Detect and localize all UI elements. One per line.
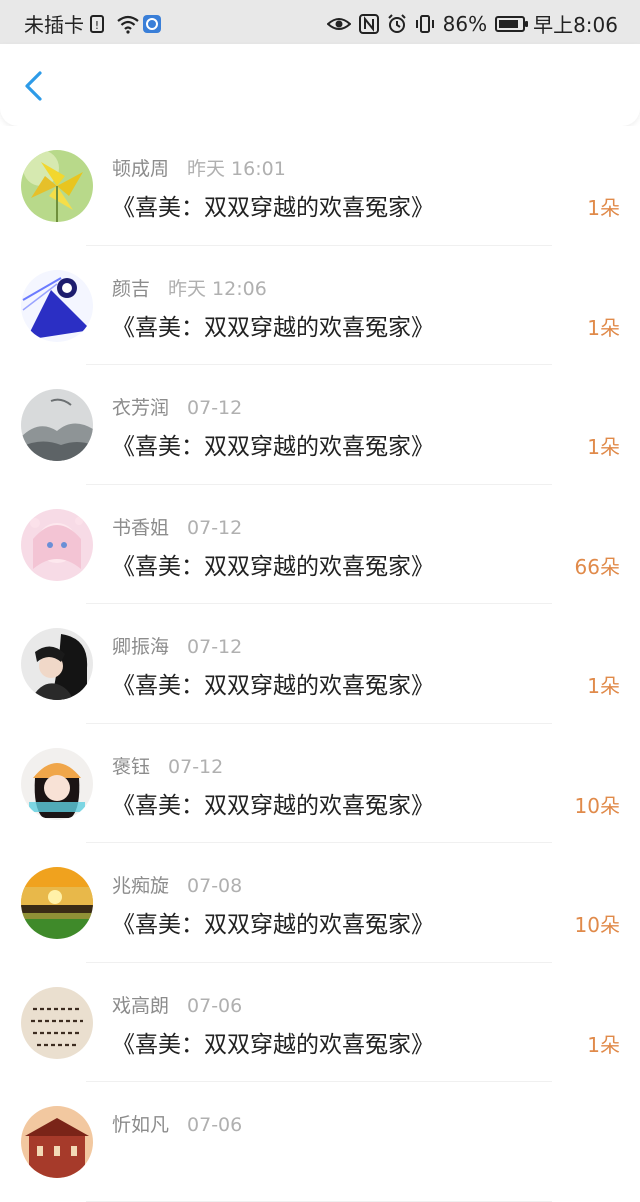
battery-percent: 86% bbox=[442, 11, 488, 36]
status-bar: 未插卡 ! 86% 早上8:06 bbox=[0, 0, 640, 44]
item-meta: 顿成周 昨天 16:01 bbox=[112, 154, 286, 181]
back-button[interactable] bbox=[16, 68, 52, 104]
item-meta: 衣芳润 07-12 bbox=[112, 393, 242, 420]
item-meta: 忻如凡 07-06 bbox=[112, 1110, 242, 1137]
list-item[interactable]: 卿振海 07-12 《喜美：双双穿越的欢喜冤家》 1朵 bbox=[0, 604, 640, 724]
app-icon bbox=[142, 14, 162, 34]
vibrate-icon bbox=[415, 14, 435, 34]
sim-icon: ! bbox=[90, 14, 110, 34]
item-meta: 戏高朗 07-06 bbox=[112, 991, 242, 1018]
flower-count: 1朵 bbox=[587, 674, 620, 698]
user-name[interactable]: 褒钰 bbox=[112, 756, 150, 778]
status-right: 86% 早上8:06 bbox=[326, 9, 618, 38]
book-title[interactable]: 《喜美：双双穿越的欢喜冤家》 bbox=[112, 547, 434, 581]
user-name[interactable]: 戏高朗 bbox=[112, 995, 169, 1017]
list-item[interactable]: 戏高朗 07-06 《喜美：双双穿越的欢喜冤家》 1朵 bbox=[0, 963, 640, 1082]
timestamp: 07-12 bbox=[168, 755, 224, 778]
book-title[interactable]: 《喜美：双双穿越的欢喜冤家》 bbox=[112, 666, 434, 700]
battery-fill bbox=[499, 19, 519, 28]
eye-icon bbox=[326, 14, 352, 34]
alarm-icon bbox=[387, 13, 407, 34]
divider bbox=[86, 1200, 552, 1202]
book-title[interactable]: 《喜美：双双穿越的欢喜冤家》 bbox=[112, 786, 434, 820]
gift-record-list: 顿成周 昨天 16:01 《喜美：双双穿越的欢喜冤家》 1朵 颜吉 昨天 12:06 《喜美… bbox=[0, 126, 640, 1202]
list-item[interactable]: 衣芳润 07-12 《喜美：双双穿越的欢喜冤家》 1朵 bbox=[0, 365, 640, 485]
avatar[interactable] bbox=[21, 269, 93, 342]
avatar[interactable] bbox=[21, 508, 93, 581]
flower-count: 1朵 bbox=[587, 435, 620, 459]
flower-count: 10朵 bbox=[574, 793, 620, 818]
list-item[interactable]: 书香姐 07-12 《喜美：双双穿越的欢喜冤家》 66朵 bbox=[0, 485, 640, 604]
avatar[interactable] bbox=[21, 628, 93, 700]
list-item[interactable]: 顿成周 昨天 16:01 《喜美：双双穿越的欢喜冤家》 1朵 bbox=[0, 126, 640, 246]
timestamp: 07-06 bbox=[187, 994, 243, 1017]
user-name[interactable]: 忻如凡 bbox=[112, 1114, 169, 1136]
item-meta: 书香姐 07-12 bbox=[112, 513, 242, 540]
user-name[interactable]: 衣芳润 bbox=[112, 397, 169, 419]
list-item[interactable]: 褒钰 07-12 《喜美：双双穿越的欢喜冤家》 10朵 bbox=[0, 724, 640, 843]
timestamp: 07-12 bbox=[187, 516, 243, 539]
status-left: 未插卡 ! bbox=[24, 9, 162, 38]
flower-count: 1朵 bbox=[587, 315, 620, 340]
chevron-left-icon bbox=[25, 71, 42, 101]
avatar[interactable] bbox=[21, 150, 93, 222]
nav-bar bbox=[0, 44, 640, 126]
list-item[interactable]: 忻如凡 07-06 bbox=[0, 1082, 640, 1202]
flower-count: 1朵 bbox=[587, 196, 620, 220]
avatar[interactable] bbox=[21, 747, 93, 820]
user-name[interactable]: 卿振海 bbox=[112, 636, 169, 658]
item-meta: 兆痴旋 07-08 bbox=[112, 871, 242, 898]
timestamp: 昨天 12:06 bbox=[168, 277, 267, 300]
list-item[interactable]: 兆痴旋 07-08 《喜美：双双穿越的欢喜冤家》 10朵 bbox=[0, 843, 640, 963]
user-name[interactable]: 兆痴旋 bbox=[112, 875, 169, 897]
timestamp: 昨天 16:01 bbox=[187, 158, 286, 180]
avatar[interactable] bbox=[21, 986, 93, 1059]
list-item[interactable]: 颜吉 昨天 12:06 《喜美：双双穿越的欢喜冤家》 1朵 bbox=[0, 246, 640, 365]
avatar[interactable] bbox=[21, 389, 93, 461]
user-name[interactable]: 书香姐 bbox=[112, 517, 169, 539]
svg-text:!: ! bbox=[95, 19, 99, 32]
battery-icon bbox=[495, 15, 529, 32]
flower-count: 1朵 bbox=[587, 1032, 620, 1057]
book-title[interactable]: 《喜美：双双穿越的欢喜冤家》 bbox=[112, 188, 434, 222]
timestamp: 07-08 bbox=[187, 875, 243, 897]
clock-text: 早上8:06 bbox=[533, 13, 618, 37]
carrier-text: 未插卡 bbox=[24, 13, 84, 37]
book-title[interactable]: 《喜美：双双穿越的欢喜冤家》 bbox=[112, 308, 434, 342]
timestamp: 07-12 bbox=[187, 397, 243, 419]
book-title[interactable]: 《喜美：双双穿越的欢喜冤家》 bbox=[112, 905, 434, 939]
timestamp: 07-06 bbox=[187, 1114, 243, 1136]
avatar[interactable] bbox=[21, 867, 93, 939]
book-title[interactable]: 《喜美：双双穿越的欢喜冤家》 bbox=[112, 1025, 434, 1059]
avatar[interactable] bbox=[21, 1106, 93, 1178]
user-name[interactable]: 顿成周 bbox=[112, 158, 169, 180]
wifi-icon bbox=[116, 14, 139, 34]
item-meta: 卿振海 07-12 bbox=[112, 632, 242, 659]
item-meta: 褒钰 07-12 bbox=[112, 752, 223, 779]
nfc-icon bbox=[358, 13, 379, 34]
user-name[interactable]: 颜吉 bbox=[112, 278, 150, 300]
item-meta: 颜吉 昨天 12:06 bbox=[112, 274, 267, 301]
timestamp: 07-12 bbox=[187, 636, 243, 658]
book-title[interactable]: 《喜美：双双穿越的欢喜冤家》 bbox=[112, 427, 434, 461]
flower-count: 66朵 bbox=[574, 554, 620, 579]
flower-count: 10朵 bbox=[574, 913, 620, 937]
